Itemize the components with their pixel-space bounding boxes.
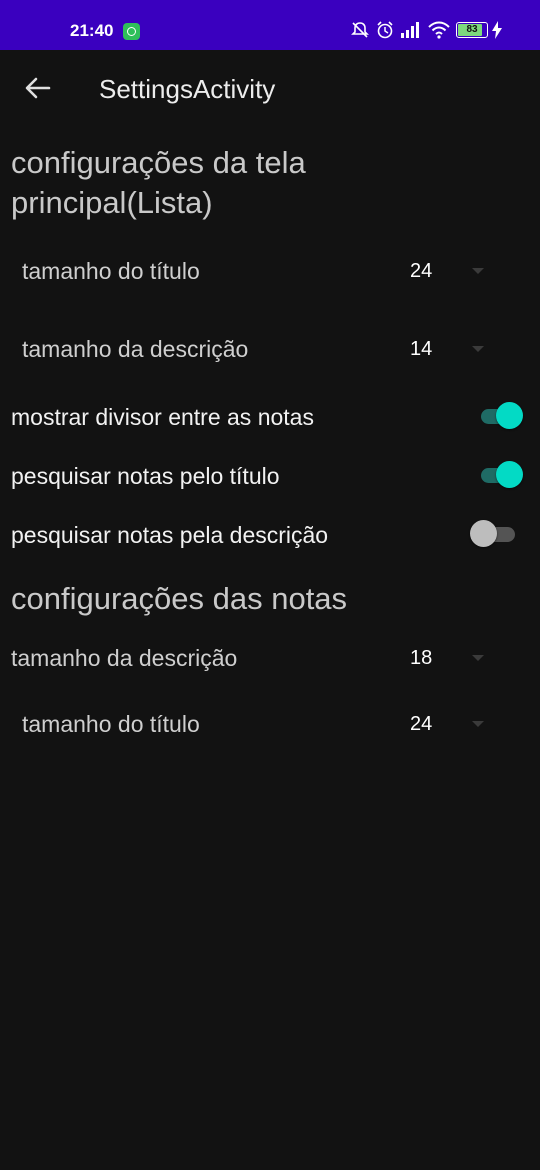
notes-description-size-value[interactable]: 18 bbox=[410, 647, 432, 670]
setting-label: pesquisar notas pelo título bbox=[11, 463, 280, 489]
setting-label: mostrar divisor entre as notas bbox=[11, 404, 314, 430]
setting-label: tamanho da descrição bbox=[11, 645, 238, 671]
signal-icon bbox=[400, 20, 422, 45]
alarm-icon bbox=[375, 20, 395, 45]
setting-label: tamanho do título bbox=[22, 711, 200, 737]
show-divider-switch[interactable] bbox=[478, 401, 526, 431]
setting-label: tamanho do título bbox=[22, 258, 200, 284]
whatsapp-icon bbox=[123, 23, 140, 40]
mute-icon bbox=[350, 20, 370, 45]
back-arrow-icon[interactable] bbox=[22, 72, 54, 104]
description-size-value[interactable]: 14 bbox=[410, 338, 432, 361]
search-by-title-switch[interactable] bbox=[478, 460, 526, 490]
toolbar: SettingsActivity bbox=[0, 50, 540, 130]
battery-level: 83 bbox=[466, 24, 478, 35]
search-by-description-switch[interactable] bbox=[470, 519, 526, 549]
dropdown-arrow-icon[interactable] bbox=[472, 268, 484, 274]
setting-label: pesquisar notas pela descrição bbox=[11, 522, 329, 548]
dropdown-arrow-icon[interactable] bbox=[472, 346, 484, 352]
charging-icon bbox=[491, 20, 503, 45]
page-title: SettingsActivity bbox=[99, 74, 276, 104]
battery-icon: 83 bbox=[456, 22, 488, 38]
status-icons: 83 bbox=[350, 20, 510, 40]
title-size-value[interactable]: 24 bbox=[410, 260, 432, 283]
status-bar: 21:40 83 bbox=[0, 0, 540, 50]
dropdown-arrow-icon[interactable] bbox=[472, 655, 484, 661]
category-title-notes: configurações das notas bbox=[11, 581, 348, 616]
notes-title-size-value[interactable]: 24 bbox=[410, 713, 432, 736]
wifi-icon bbox=[428, 20, 450, 45]
status-time: 21:40 bbox=[70, 21, 114, 40]
dropdown-arrow-icon[interactable] bbox=[472, 721, 484, 727]
category-title-main-screen: configurações da tela principal(Lista) bbox=[11, 145, 306, 220]
setting-label: tamanho da descrição bbox=[22, 336, 249, 362]
